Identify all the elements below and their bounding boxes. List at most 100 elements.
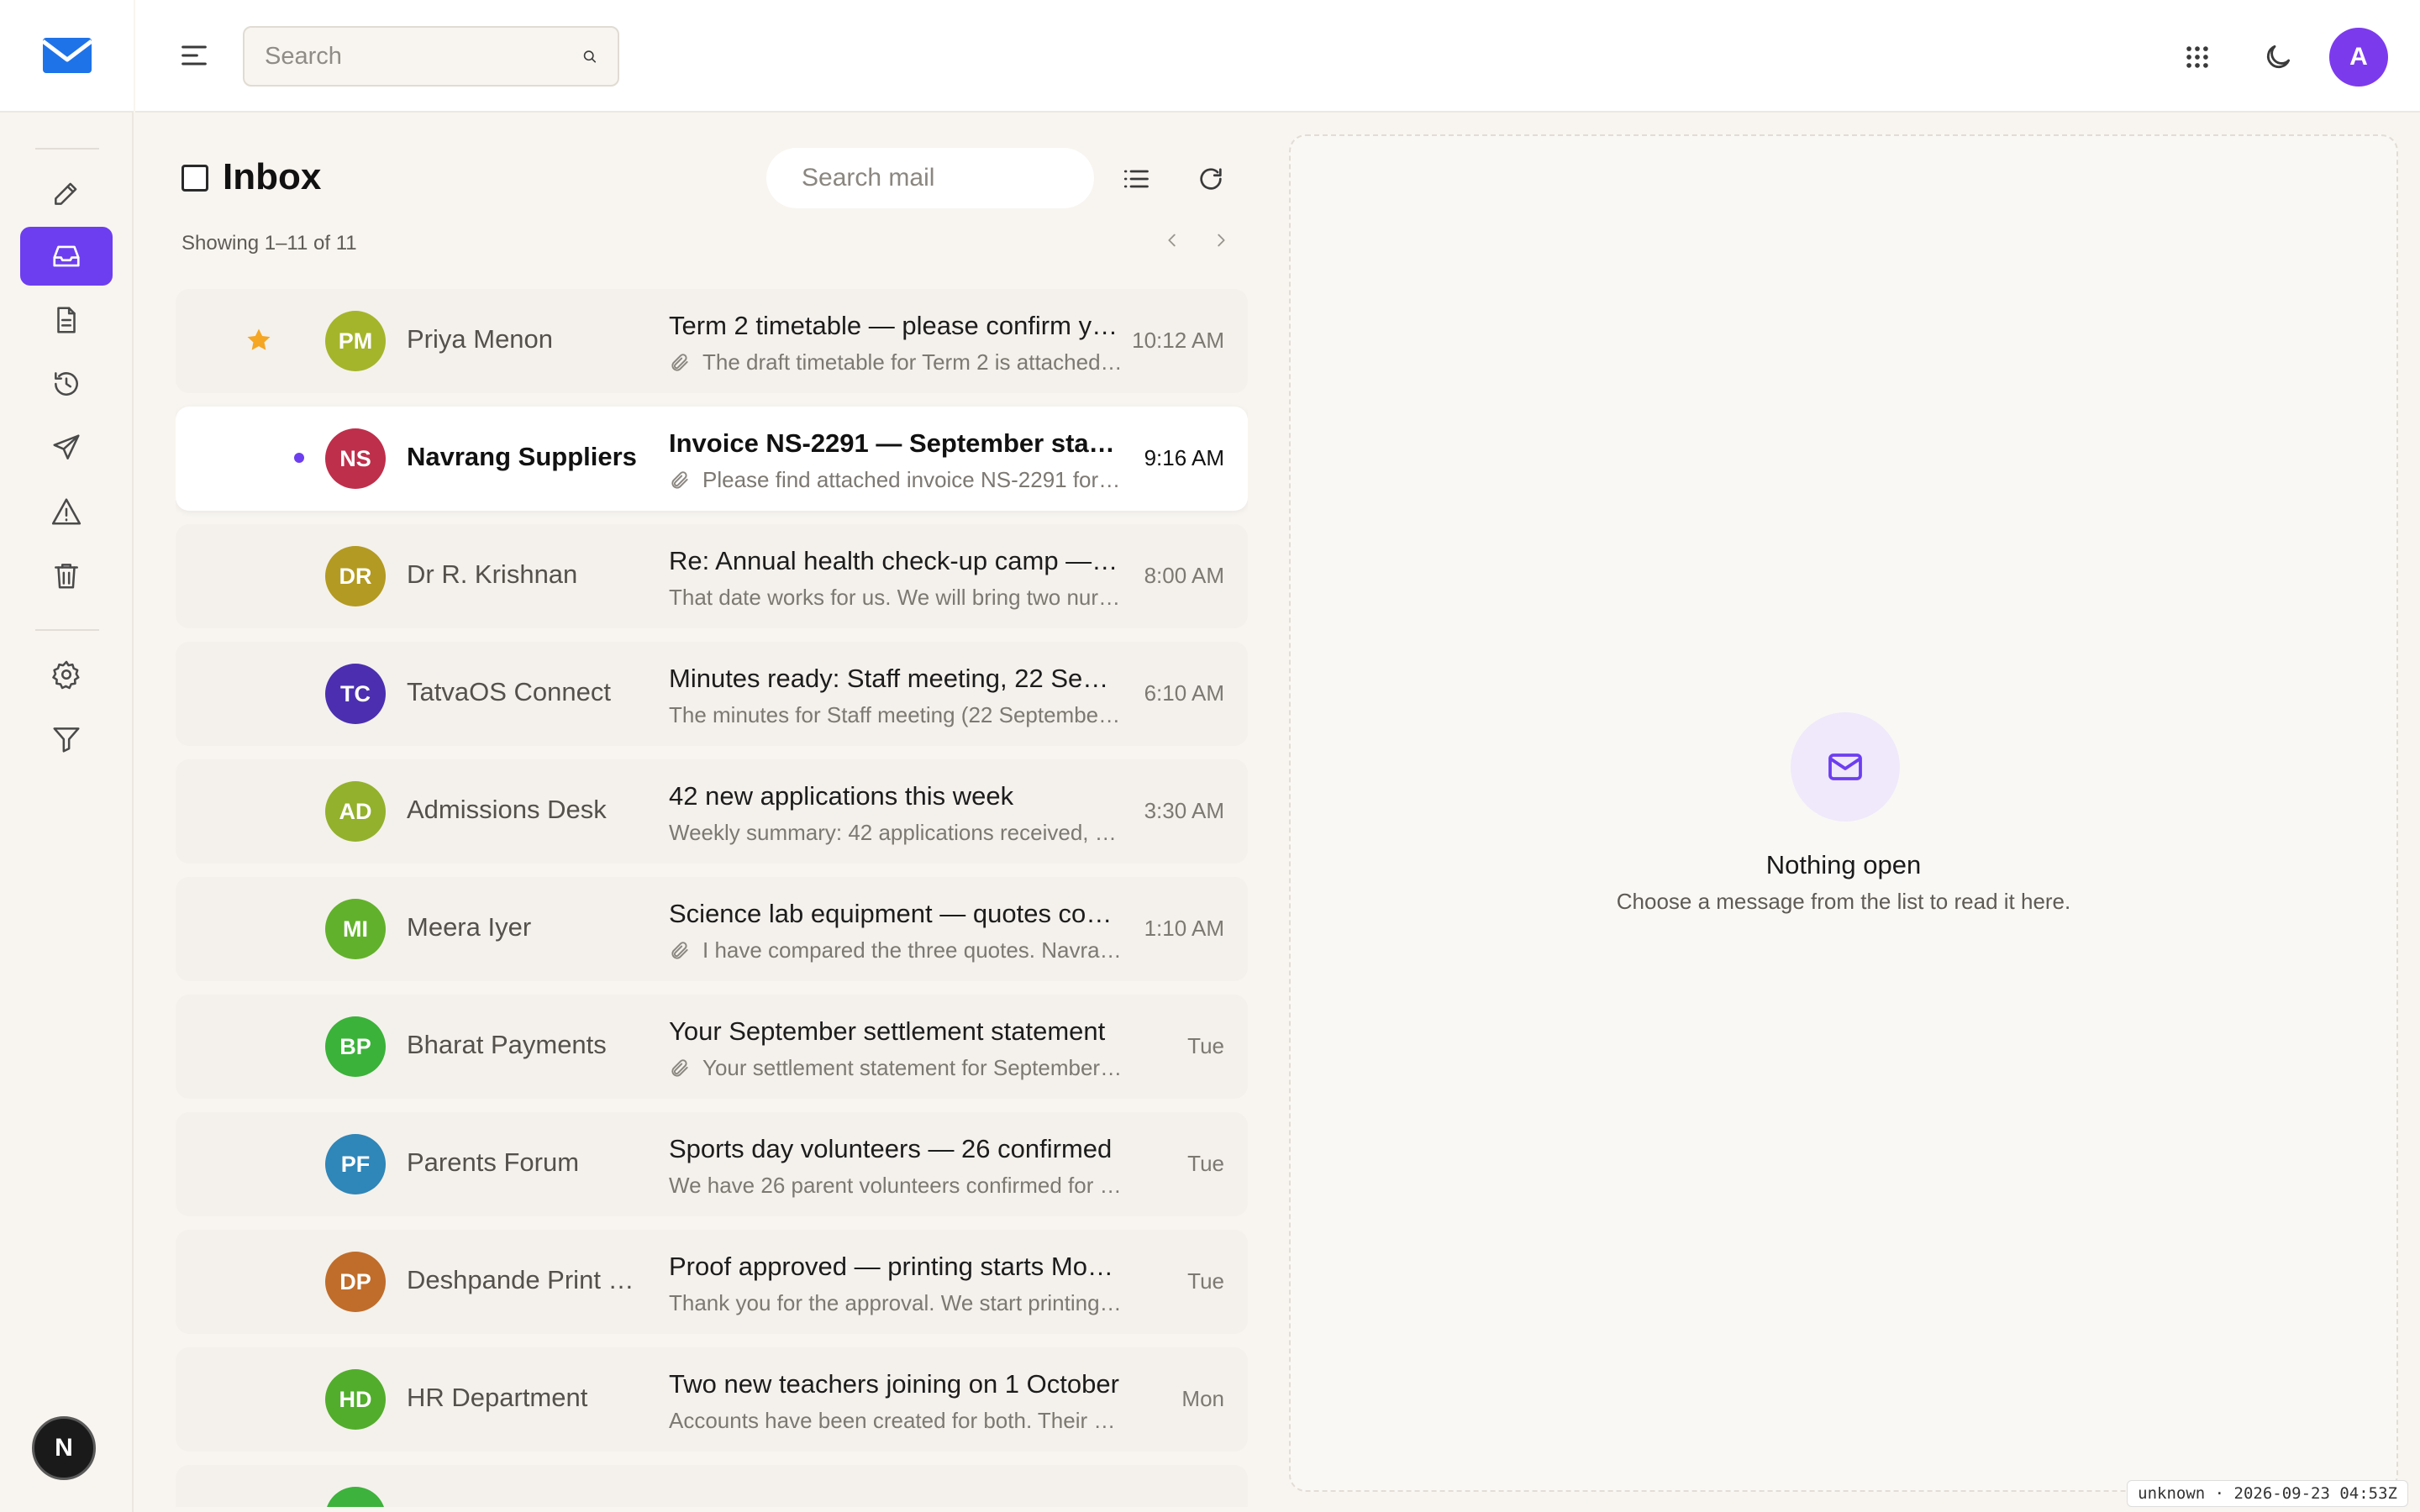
list-item[interactable] (176, 1465, 1248, 1507)
apps-grid-icon (2186, 46, 2208, 68)
list-item[interactable]: PM Priya Menon Term 2 timetable — please c… (176, 289, 1248, 393)
list-item[interactable]: AD Admissions Desk 42 new applications thi… (176, 759, 1248, 864)
list-item[interactable]: TC TatvaOS Connect Minutes ready: Staff me… (176, 642, 1248, 746)
sidebar-item-scheduled[interactable] (20, 354, 113, 413)
sidebar-item-sent[interactable] (20, 418, 113, 477)
sidebar-item-settings[interactable] (20, 645, 113, 704)
subject: Proof approved — printing starts Monday (669, 1252, 1123, 1281)
avatar: MI (325, 899, 386, 959)
preview-text: I have compared the three quotes. Navran… (702, 937, 1123, 963)
sender-name: Dr R. Krishnan (407, 559, 578, 589)
preview: I have compared the three quotes. Navran… (669, 937, 1123, 963)
sidebar-item-drafts[interactable] (20, 291, 113, 349)
sidebar-item-inbox[interactable] (20, 227, 113, 286)
sender-name: TatvaOS Connect (407, 677, 611, 706)
preview: The minutes for Staff meeting (22 Septem… (669, 702, 1123, 728)
list-item[interactable]: PF Parents Forum Sports day volunteers — 2… (176, 1112, 1248, 1216)
global-search-input[interactable] (265, 42, 581, 71)
user-avatar[interactable]: A (2329, 28, 2388, 87)
subject: Sports day volunteers — 26 confirmed (669, 1134, 1113, 1163)
star-icon[interactable] (245, 326, 273, 354)
moon-icon (2266, 45, 2291, 69)
subject: Two new teachers joining on 1 October (669, 1369, 1119, 1399)
timestamp: Mon (1181, 1386, 1224, 1411)
avatar: DP (325, 1252, 386, 1312)
avatar: AD (325, 781, 386, 842)
timestamp: 1:10 AM (1144, 916, 1224, 941)
sidebar: N (0, 0, 134, 1512)
preview: Weekly summary: 42 applications received… (669, 820, 1123, 846)
subject: Re: Annual health check-up camp — 14 Oct… (669, 546, 1123, 575)
list-item[interactable]: DR Dr R. Krishnan Re: Annual health check-… (176, 524, 1248, 628)
top-right-actions: A (2168, 28, 2388, 87)
list-item[interactable]: NS Navrang Suppliers Invoice NS-2291 — Sep… (176, 407, 1248, 511)
compose-button[interactable] (20, 164, 113, 223)
sidebar-divider (35, 148, 99, 150)
menu-icon[interactable] (177, 39, 211, 72)
history-icon (55, 372, 78, 396)
list-item[interactable]: BP Bharat Payments Your September settleme… (176, 995, 1248, 1099)
paperclip-icon (671, 470, 688, 489)
list-icon (1123, 170, 1149, 188)
apps-button[interactable] (2168, 28, 2227, 87)
envelope-icon (1828, 753, 1862, 780)
unread-dot (294, 453, 304, 463)
timestamp: 6:10 AM (1144, 680, 1224, 706)
subject: Invoice NS-2291 — September stationery o… (669, 428, 1123, 458)
subject: Science lab equipment — quotes compared (669, 899, 1123, 928)
sidebar-item-spam[interactable] (20, 482, 113, 541)
paperclip-icon (671, 353, 688, 371)
warning-icon (51, 498, 82, 525)
list-item[interactable]: DP Deshpande Print Works Proof approved — … (176, 1230, 1248, 1334)
n-badge[interactable]: N (32, 1416, 96, 1480)
empty-state-title: Nothing open (1765, 850, 1922, 879)
document-icon (57, 307, 76, 333)
list-item[interactable]: HD HR Department Two new teachers joining … (176, 1347, 1248, 1452)
sender-name: Navrang Suppliers (407, 442, 637, 471)
avatar (325, 1487, 386, 1507)
logo[interactable] (0, 0, 134, 113)
timestamp: 9:16 AM (1144, 445, 1224, 470)
message-list-panel: Inbox Showing 1–11 of 11 PM Priya Menon Te… (135, 114, 1261, 1512)
mail-search-input[interactable] (802, 164, 1126, 192)
chevron-left-icon (1168, 234, 1176, 247)
subject: Minutes ready: Staff meeting, 22 Septemb… (669, 664, 1123, 693)
list-item[interactable]: MI Meera Iyer Science lab equipment — quot… (176, 877, 1248, 981)
results-count: Showing 1–11 of 11 (182, 232, 357, 255)
paperclip-icon (671, 1058, 688, 1077)
avatar: TC (325, 664, 386, 724)
prev-page-button[interactable] (1155, 223, 1189, 257)
sidebar-item-filters[interactable] (20, 710, 113, 769)
page-title: Inbox (223, 156, 322, 197)
global-search[interactable] (243, 26, 619, 87)
sender-name: Bharat Payments (407, 1030, 607, 1059)
preview-text: The draft timetable for Term 2 is attach… (702, 349, 1123, 375)
sender-name: Admissions Desk (407, 795, 607, 824)
theme-toggle-button[interactable] (2249, 28, 2307, 87)
timestamp: Tue (1187, 1151, 1224, 1176)
select-all-checkbox[interactable] (182, 165, 208, 192)
search-icon[interactable] (581, 44, 597, 69)
timestamp: 3:30 AM (1144, 798, 1224, 823)
sidebar-item-trash[interactable] (20, 546, 113, 605)
refresh-button[interactable] (1181, 150, 1240, 208)
preview-text: Thank you for the approval. We start pri… (669, 1290, 1123, 1315)
timestamp: Tue (1187, 1268, 1224, 1294)
preview-text: Please find attached invoice NS-2291 for… (702, 467, 1123, 492)
next-page-button[interactable] (1204, 223, 1238, 257)
mail-search[interactable] (766, 148, 1126, 208)
preview: Please find attached invoice NS-2291 for… (669, 467, 1123, 493)
filter-icon (53, 727, 80, 753)
mail-logo-icon (40, 38, 93, 73)
list-view-button[interactable] (1107, 150, 1165, 208)
avatar: DR (325, 546, 386, 606)
avatar: BP (325, 1016, 386, 1077)
message-list: PM Priya Menon Term 2 timetable — please c… (176, 289, 1248, 1507)
subject: Term 2 timetable — please confirm your p… (669, 311, 1123, 340)
timestamp: Tue (1187, 1033, 1224, 1058)
subject: 42 new applications this week (669, 781, 1014, 811)
sender-name: Priya Menon (407, 324, 554, 354)
preview: That date works for us. We will bring tw… (669, 585, 1123, 611)
preview: Thank you for the approval. We start pri… (669, 1290, 1123, 1316)
preview: The draft timetable for Term 2 is attach… (669, 349, 1123, 375)
